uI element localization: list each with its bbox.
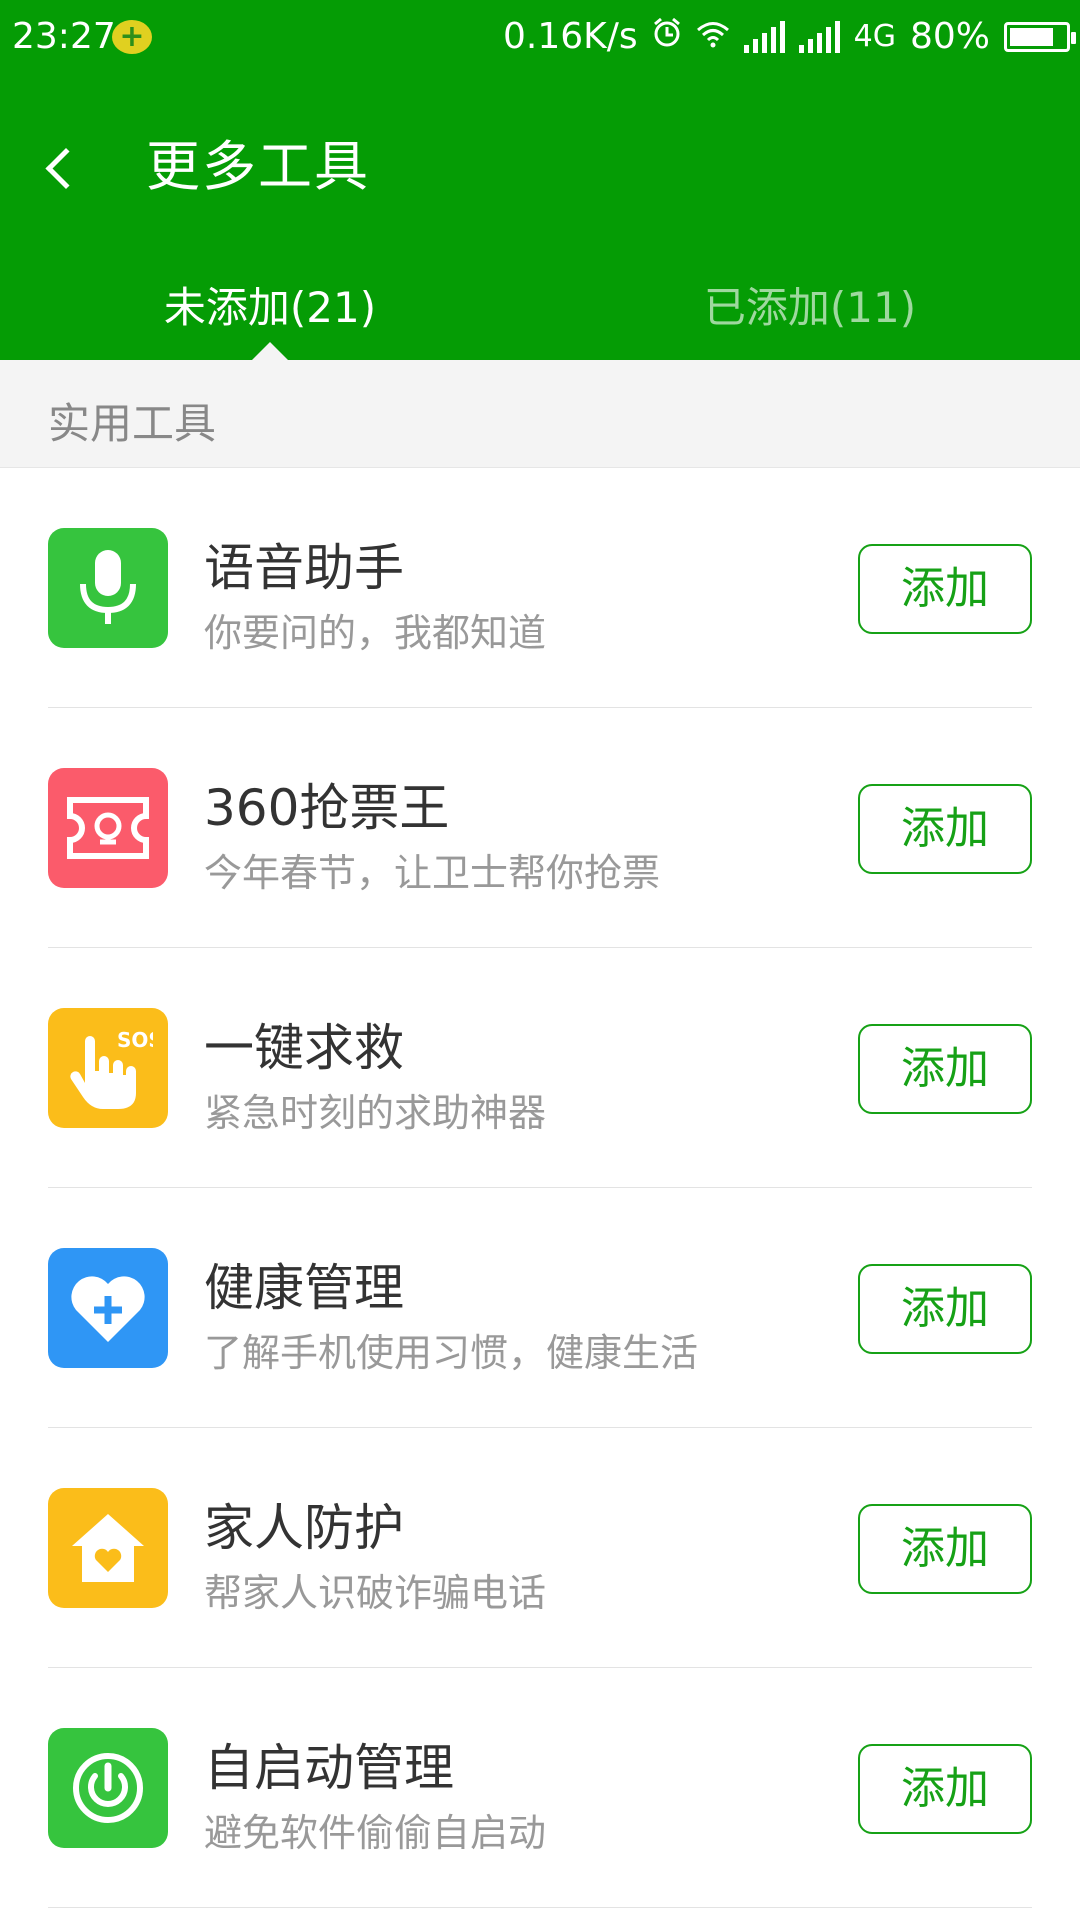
status-right: 0.16K/s 4G 80% [502,16,1076,57]
sos-hand-icon: SOS [48,1008,168,1128]
network-speed: 0.16K/s [502,16,638,57]
signal-icon-1 [743,20,785,53]
app-header: 23:27 + 0.16K/s 4G 80% 更多工具 未添加(21) 已添加(… [0,0,1080,360]
add-button[interactable]: 添加 [858,784,1032,874]
tool-name: 自启动管理 [204,1739,454,1797]
network-type: 4G [853,19,896,54]
wifi-icon [696,16,730,57]
train-ticket-icon [48,768,168,888]
tool-name: 家人防护 [204,1499,404,1557]
add-button[interactable]: 添加 [858,1264,1032,1354]
tool-name: 360抢票王 [204,779,450,837]
battery-percent: 80% [909,16,990,57]
plus-badge-icon: + [112,20,152,54]
tool-desc: 你要问的，我都知道 [204,611,547,655]
battery-icon [1004,21,1076,52]
list-item: 360抢票王 今年春节，让卫士帮你抢票 添加 [0,708,1080,948]
svg-text:SOS: SOS [117,1028,153,1052]
alarm-icon [652,16,682,57]
heart-plus-icon [48,1248,168,1368]
list-item: 家人防护 帮家人识破诈骗电话 添加 [0,1428,1080,1668]
list-item: SOS 一键求救 紧急时刻的求助神器 添加 [0,948,1080,1188]
tool-desc: 避免软件偷偷自启动 [204,1811,547,1855]
signal-icon-2 [798,20,840,53]
add-button[interactable]: 添加 [858,1024,1032,1114]
battery-fill [1010,27,1053,46]
tool-desc: 帮家人识破诈骗电话 [204,1571,547,1615]
section-header: 实用工具 [0,360,1080,468]
status-bar: 23:27 + 0.16K/s 4G 80% [0,0,1080,78]
microphone-icon [48,528,168,648]
page-title: 更多工具 [146,135,370,198]
section-label: 实用工具 [48,399,217,448]
tool-name: 一键求救 [204,1019,404,1077]
tool-list: 语音助手 你要问的，我都知道 添加 360抢票王 今年春节，让卫士帮你抢票 添加… [0,468,1080,1908]
list-item: 自启动管理 避免软件偷偷自启动 添加 [0,1668,1080,1908]
list-item: 语音助手 你要问的，我都知道 添加 [0,468,1080,708]
tool-name: 健康管理 [204,1259,404,1317]
add-button[interactable]: 添加 [858,1504,1032,1594]
list-item: 健康管理 了解手机使用习惯，健康生活 添加 [0,1188,1080,1428]
tab-not-added[interactable]: 未添加(21) [0,274,540,335]
back-arrow-icon[interactable] [64,130,96,162]
house-heart-icon [48,1488,168,1608]
tool-name: 语音助手 [204,539,404,597]
tab-added[interactable]: 已添加(11) [540,274,1080,335]
tool-desc: 紧急时刻的求助神器 [204,1091,547,1135]
status-time: 23:27 [12,16,116,57]
active-tab-indicator [252,342,288,360]
add-button[interactable]: 添加 [858,544,1032,634]
tool-desc: 今年春节，让卫士帮你抢票 [204,851,661,895]
power-icon [48,1728,168,1848]
tool-desc: 了解手机使用习惯，健康生活 [204,1331,699,1375]
add-button[interactable]: 添加 [858,1744,1032,1834]
tab-bar: 未添加(21) 已添加(11) [0,262,1080,360]
